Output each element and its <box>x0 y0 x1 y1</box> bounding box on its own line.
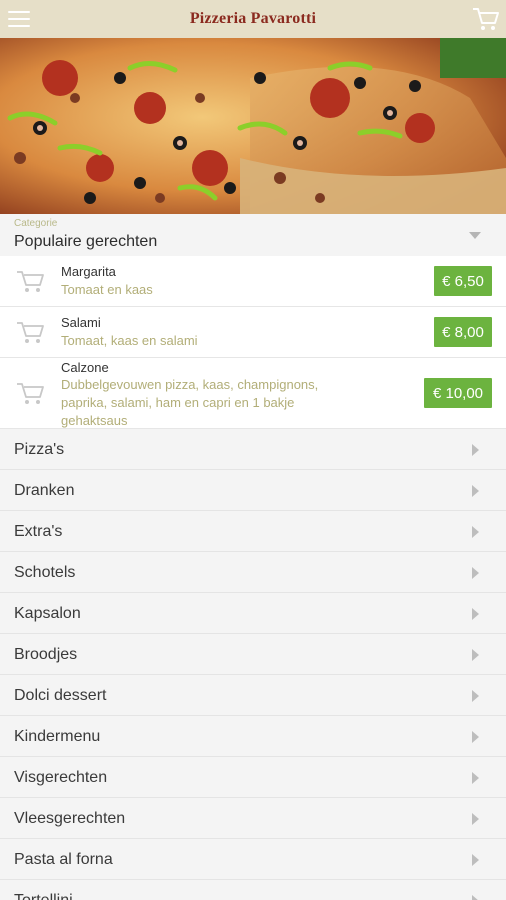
category-label: Pizza's <box>14 441 65 458</box>
product-list: Margarita Tomaat en kaas € 6,50 Salami T… <box>0 256 506 429</box>
cart-add-icon[interactable] <box>15 319 47 345</box>
hero-pizza-image <box>0 38 506 214</box>
product-item-margarita[interactable]: Margarita Tomaat en kaas € 6,50 <box>0 256 506 307</box>
category-row[interactable]: Vleesgerechten <box>0 798 506 839</box>
product-name: Salami <box>61 315 101 330</box>
product-item-calzone[interactable]: Calzone Dubbelgevouwen pizza, kaas, cham… <box>0 358 506 429</box>
category-row[interactable]: Broodjes <box>0 634 506 675</box>
price-button[interactable]: € 6,50 <box>434 266 492 296</box>
category-row[interactable]: Kindermenu <box>0 716 506 757</box>
category-row[interactable]: Visgerechten <box>0 757 506 798</box>
category-row[interactable]: Schotels <box>0 552 506 593</box>
product-name: Calzone <box>61 360 109 375</box>
category-label: Schotels <box>14 564 76 581</box>
product-description: Tomaat, kaas en salami <box>61 333 198 348</box>
category-label: Visgerechten <box>14 769 108 786</box>
chevron-right-icon <box>472 608 479 620</box>
cart-add-icon[interactable] <box>15 268 47 294</box>
chevron-right-icon <box>472 567 479 579</box>
category-label: Extra's <box>14 523 63 540</box>
category-label: Vleesgerechten <box>14 810 126 827</box>
category-label: Pasta al forna <box>14 851 113 868</box>
category-row[interactable]: Pizza's <box>0 429 506 470</box>
category-label: Broodjes <box>14 646 78 663</box>
category-row[interactable]: Tortellini <box>0 880 506 900</box>
top-bar: Pizzeria Pavarotti <box>0 0 506 38</box>
product-description: Dubbelgevouwen pizza, kaas, champignons,… <box>61 377 319 428</box>
chevron-right-icon <box>472 772 479 784</box>
category-dropdown[interactable]: Categorie Populaire gerechten <box>0 214 506 256</box>
chevron-right-icon <box>472 854 479 866</box>
chevron-right-icon <box>472 649 479 661</box>
price-button[interactable]: € 10,00 <box>424 378 492 408</box>
category-row[interactable]: Extra's <box>0 511 506 552</box>
chevron-right-icon <box>472 526 479 538</box>
app-logo: Pizzeria Pavarotti <box>189 10 317 27</box>
category-list: Pizza's Dranken Extra's Schotels Kapsalo… <box>0 429 506 900</box>
category-row[interactable]: Kapsalon <box>0 593 506 634</box>
hamburger-menu-icon[interactable] <box>6 7 32 31</box>
category-label: Dranken <box>14 482 75 499</box>
category-label: Kindermenu <box>14 728 101 745</box>
product-item-salami[interactable]: Salami Tomaat, kaas en salami € 8,00 <box>0 307 506 358</box>
chevron-right-icon <box>472 690 479 702</box>
cart-add-icon[interactable] <box>15 380 47 406</box>
chevron-right-icon <box>472 444 479 456</box>
category-row[interactable]: Dolci dessert <box>0 675 506 716</box>
chevron-down-icon <box>469 232 481 239</box>
product-description: Tomaat en kaas <box>61 282 153 297</box>
category-label: Tortellini <box>14 892 73 900</box>
product-name: Margarita <box>61 264 116 279</box>
chevron-right-icon <box>472 485 479 497</box>
chevron-right-icon <box>472 731 479 743</box>
category-label: Dolci dessert <box>14 687 107 704</box>
price-button[interactable]: € 8,00 <box>434 317 492 347</box>
category-row[interactable]: Pasta al forna <box>0 839 506 880</box>
chevron-right-icon <box>472 895 479 900</box>
chevron-right-icon <box>472 813 479 825</box>
category-label: Kapsalon <box>14 605 81 622</box>
category-selected: Populaire gerechten <box>14 233 158 250</box>
category-row[interactable]: Dranken <box>0 470 506 511</box>
category-caption: Categorie <box>14 218 58 229</box>
cart-icon[interactable] <box>472 6 500 32</box>
